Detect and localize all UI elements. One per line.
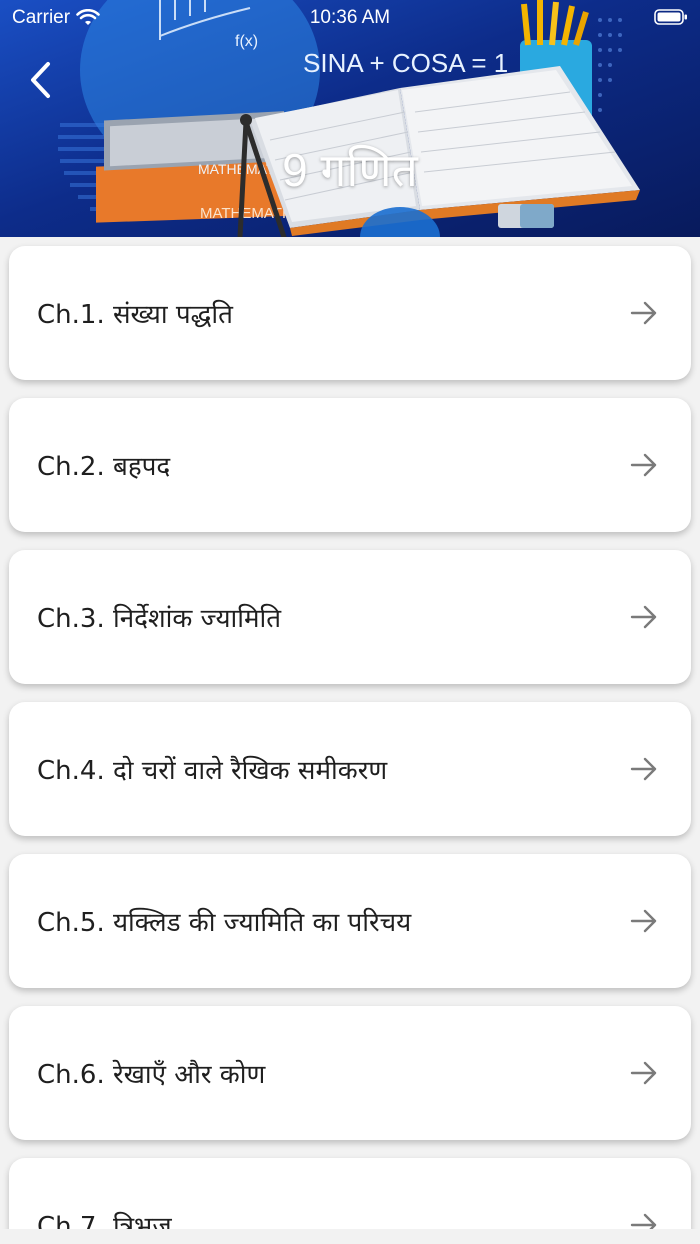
chapter-label: Ch.6. रेखाएँ और कोण bbox=[37, 1060, 266, 1090]
chapter-card-1[interactable]: Ch.1. संख्या पद्धति bbox=[9, 246, 691, 380]
arrow-right-icon bbox=[630, 757, 657, 781]
arrow-right-icon bbox=[630, 301, 657, 325]
back-button[interactable] bbox=[18, 58, 62, 102]
chapter-label: Ch.5. यक्लिड की ज्यामिति का परिचय bbox=[37, 908, 412, 938]
chapter-label: Ch.4. दो चरों वाले रैखिक समीकरण bbox=[37, 756, 388, 786]
chapter-card-2[interactable]: Ch.2. बहपद bbox=[9, 398, 691, 532]
chapter-list: Ch.1. संख्या पद्धति Ch.2. बहपद Ch.3. निर… bbox=[0, 237, 700, 1229]
arrow-right-icon bbox=[630, 605, 657, 629]
chapter-card-3[interactable]: Ch.3. निर्देशांक ज्यामिति bbox=[9, 550, 691, 684]
chapter-card-6[interactable]: Ch.6. रेखाएँ और कोण bbox=[9, 1006, 691, 1140]
chapter-card-5[interactable]: Ch.5. यक्लिड की ज्यामिति का परिचय bbox=[9, 854, 691, 988]
chapter-label: Ch.1. संख्या पद्धति bbox=[37, 300, 233, 330]
header-banner: f(x) SINA + COSA = 1 MATHEMATICS MATHEMA… bbox=[0, 0, 700, 237]
status-time: 10:36 AM bbox=[309, 7, 391, 28]
arrow-right-icon bbox=[630, 1213, 657, 1229]
page-title: 9 गणित bbox=[282, 144, 418, 196]
chapter-label: Ch.3. निर्देशांक ज्यामिति bbox=[37, 604, 282, 634]
formula-text: SINA + COSA = 1 bbox=[303, 48, 508, 78]
home-indicator-area bbox=[0, 1229, 700, 1244]
chapter-card-7[interactable]: Ch.7. त्रिभुज bbox=[9, 1158, 691, 1229]
chevron-left-icon bbox=[31, 62, 50, 98]
arrow-right-icon bbox=[630, 453, 657, 477]
chapter-card-4[interactable]: Ch.4. दो चरों वाले रैखिक समीकरण bbox=[9, 702, 691, 836]
status-bar: Carrier 10:36 AM bbox=[0, 0, 700, 36]
chapter-label: Ch.2. बहपद bbox=[37, 452, 171, 482]
arrow-right-icon bbox=[630, 1061, 657, 1085]
battery-icon bbox=[654, 9, 687, 25]
arrow-right-icon bbox=[630, 909, 657, 933]
chapter-label: Ch.7. त्रिभुज bbox=[37, 1212, 172, 1229]
